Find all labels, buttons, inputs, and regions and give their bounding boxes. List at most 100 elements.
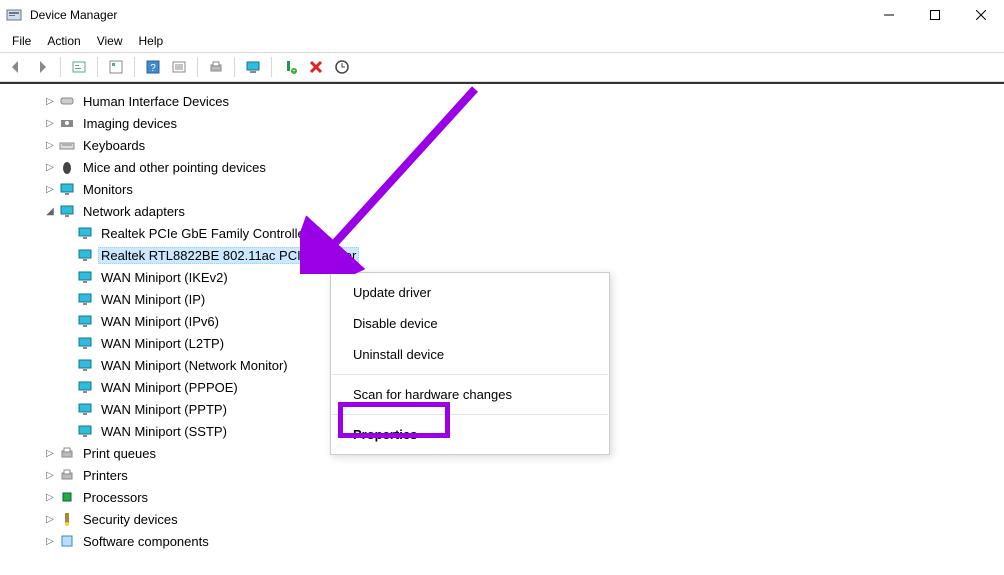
expander-icon[interactable]: ▷ bbox=[42, 118, 58, 129]
software-icon bbox=[58, 533, 76, 549]
tree-node-label: Network adapters bbox=[80, 203, 188, 220]
tree-node[interactable]: Realtek RTL8822BE 802.11ac PCIe Adapter bbox=[60, 244, 1004, 266]
tree-node-label: Realtek RTL8822BE 802.11ac PCIe Adapter bbox=[98, 247, 359, 264]
tree-node-label: Software components bbox=[80, 533, 212, 550]
tree-node-label: WAN Miniport (IKEv2) bbox=[98, 269, 231, 286]
context-menu: Update driverDisable deviceUninstall dev… bbox=[330, 272, 610, 455]
expander-icon[interactable]: ◢ bbox=[42, 206, 58, 217]
tree-node-label: Processors bbox=[80, 489, 151, 506]
expander-icon[interactable]: ▷ bbox=[42, 184, 58, 195]
expander-icon[interactable]: ▷ bbox=[42, 536, 58, 547]
svg-text:?: ? bbox=[150, 63, 156, 74]
expander-icon[interactable]: ▷ bbox=[42, 162, 58, 173]
adapter-icon bbox=[76, 423, 94, 439]
imaging-icon bbox=[58, 115, 76, 131]
adapter-icon bbox=[76, 379, 94, 395]
adapter-icon bbox=[76, 291, 94, 307]
monitor-icon bbox=[58, 181, 76, 197]
back-button[interactable] bbox=[4, 55, 28, 79]
mouse-icon bbox=[58, 159, 76, 175]
adapter-icon bbox=[76, 247, 94, 263]
toolbar-separator bbox=[97, 57, 98, 77]
tree-node-label: Monitors bbox=[80, 181, 136, 198]
adapter-icon bbox=[76, 269, 94, 285]
tree-node-label: WAN Miniport (SSTP) bbox=[98, 423, 230, 440]
menu-help[interactable]: Help bbox=[131, 32, 172, 50]
printqueue-icon bbox=[58, 445, 76, 461]
adapter-icon bbox=[76, 225, 94, 241]
tree-node-label: Imaging devices bbox=[80, 115, 180, 132]
tree-node[interactable]: Realtek PCIe GbE Family Controller bbox=[60, 222, 1004, 244]
keyboard-icon bbox=[58, 137, 76, 153]
toolbar: ? + bbox=[0, 52, 1004, 82]
tb-remove[interactable] bbox=[304, 55, 328, 79]
tb-showhidden[interactable] bbox=[67, 55, 91, 79]
menu-action[interactable]: Action bbox=[39, 32, 88, 50]
tree-node-label: Human Interface Devices bbox=[80, 93, 232, 110]
context-menu-item[interactable]: Uninstall device bbox=[331, 339, 609, 370]
tree-node[interactable]: ▷ Software components bbox=[42, 530, 1004, 552]
tb-help[interactable]: ? bbox=[141, 55, 165, 79]
tree-node[interactable]: ▷ Monitors bbox=[42, 178, 1004, 200]
forward-button[interactable] bbox=[30, 55, 54, 79]
toolbar-separator bbox=[197, 57, 198, 77]
security-icon bbox=[58, 511, 76, 527]
expander-icon[interactable]: ▷ bbox=[42, 470, 58, 481]
tree-node-label: WAN Miniport (PPTP) bbox=[98, 401, 230, 418]
tree-node-label: Realtek PCIe GbE Family Controller bbox=[98, 225, 312, 242]
menubar: File Action View Help bbox=[0, 30, 1004, 52]
tree-node[interactable]: ▷ Human Interface Devices bbox=[42, 90, 1004, 112]
menu-file[interactable]: File bbox=[4, 32, 39, 50]
cpu-icon bbox=[58, 489, 76, 505]
tree-node[interactable]: ◢ Network adapters bbox=[42, 200, 1004, 222]
context-menu-separator bbox=[332, 374, 608, 375]
context-menu-separator bbox=[332, 414, 608, 415]
expander-icon[interactable]: ▷ bbox=[42, 140, 58, 151]
tree-node-label: WAN Miniport (PPPOE) bbox=[98, 379, 241, 396]
maximize-button[interactable] bbox=[912, 0, 958, 30]
app-icon bbox=[6, 7, 22, 23]
titlebar: Device Manager bbox=[0, 0, 1004, 30]
tb-print[interactable] bbox=[204, 55, 228, 79]
tb-properties[interactable] bbox=[104, 55, 128, 79]
expander-icon[interactable]: ▷ bbox=[42, 448, 58, 459]
tree-node[interactable]: ▷ Printers bbox=[42, 464, 1004, 486]
network-icon bbox=[58, 203, 76, 219]
menu-view[interactable]: View bbox=[89, 32, 131, 50]
svg-text:+: + bbox=[292, 69, 296, 75]
tb-add[interactable]: + bbox=[278, 55, 302, 79]
context-menu-item[interactable]: Scan for hardware changes bbox=[331, 379, 609, 410]
tree-node-label: WAN Miniport (L2TP) bbox=[98, 335, 227, 352]
expander-icon[interactable]: ▷ bbox=[42, 492, 58, 503]
tree-node-label: Keyboards bbox=[80, 137, 148, 154]
context-menu-item[interactable]: Properties bbox=[331, 419, 609, 450]
adapter-icon bbox=[76, 401, 94, 417]
tb-pc[interactable] bbox=[241, 55, 265, 79]
tree-node-label: Print queues bbox=[80, 445, 159, 462]
tree-node-label: Printers bbox=[80, 467, 131, 484]
window-controls bbox=[866, 0, 1004, 30]
tb-refresh[interactable] bbox=[330, 55, 354, 79]
tree-node-label: WAN Miniport (IP) bbox=[98, 291, 208, 308]
window-title: Device Manager bbox=[30, 8, 866, 22]
toolbar-separator bbox=[234, 57, 235, 77]
context-menu-item[interactable]: Update driver bbox=[331, 277, 609, 308]
minimize-button[interactable] bbox=[866, 0, 912, 30]
adapter-icon bbox=[76, 313, 94, 329]
close-button[interactable] bbox=[958, 0, 1004, 30]
tree-node[interactable]: ▷Mice and other pointing devices bbox=[42, 156, 1004, 178]
toolbar-separator bbox=[271, 57, 272, 77]
context-menu-item[interactable]: Disable device bbox=[331, 308, 609, 339]
tb-details[interactable] bbox=[167, 55, 191, 79]
tree-node[interactable]: ▷ Imaging devices bbox=[42, 112, 1004, 134]
toolbar-separator bbox=[134, 57, 135, 77]
tree-node[interactable]: ▷Security devices bbox=[42, 508, 1004, 530]
tree-node[interactable]: ▷ Keyboards bbox=[42, 134, 1004, 156]
hid-icon bbox=[58, 93, 76, 109]
tree-node-label: WAN Miniport (IPv6) bbox=[98, 313, 222, 330]
expander-icon[interactable]: ▷ bbox=[42, 514, 58, 525]
tree-node-label: WAN Miniport (Network Monitor) bbox=[98, 357, 291, 374]
expander-icon[interactable]: ▷ bbox=[42, 96, 58, 107]
printer-icon bbox=[58, 467, 76, 483]
tree-node[interactable]: ▷ Processors bbox=[42, 486, 1004, 508]
